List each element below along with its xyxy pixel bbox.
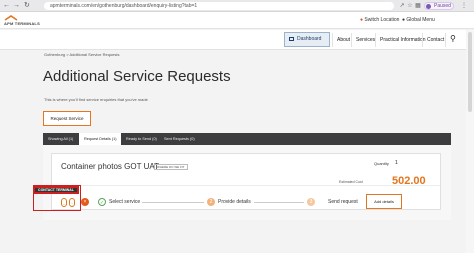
step-connector <box>254 202 304 203</box>
forward-icon[interactable]: → <box>13 2 20 10</box>
dashboard-icon <box>289 37 294 41</box>
quantity-label: Quantity <box>374 161 389 166</box>
step-send-request: Send request <box>328 199 358 205</box>
apm-logo[interactable]: APM TERMINALS <box>4 15 44 26</box>
nav-item-services[interactable]: Services <box>356 37 375 43</box>
globe-icon: ● <box>402 17 406 23</box>
scrollbar-thumb[interactable] <box>468 32 472 112</box>
step-complete-icon: ✓ <box>98 198 106 206</box>
estimated-cost-label: Estimated Cost <box>339 180 363 184</box>
step-select-service: Select service <box>109 199 141 205</box>
nav-item-about[interactable]: About <box>337 37 350 43</box>
step-3-icon: 3 <box>307 198 315 206</box>
browser-toolbar: ← → ↻ apmterminals.com/en/gothenburg/das… <box>0 0 474 12</box>
nav-item-contact[interactable]: Contact <box>427 37 444 43</box>
request-badge: WHERE DO WE FIT <box>154 164 188 170</box>
card-divider <box>52 185 440 186</box>
switch-location-link[interactable]: ● Switch Location <box>360 17 399 23</box>
dashboard-button[interactable]: Dashboard <box>284 32 330 47</box>
reload-icon[interactable]: ↻ <box>24 2 30 10</box>
tab-request-details[interactable]: Request Details (1) <box>79 133 121 145</box>
search-icon[interactable]: ⚲ <box>450 34 456 43</box>
add-details-button[interactable]: Add details <box>366 194 402 209</box>
page-title: Additional Service Requests <box>43 68 231 85</box>
delete-button[interactable]: × <box>81 198 89 206</box>
switch-location-label: Switch Location <box>364 17 400 23</box>
nav-divider <box>332 33 333 47</box>
profile-button[interactable]: Paused <box>424 2 454 10</box>
extensions-icon[interactable]: ▦ <box>414 2 422 10</box>
step-2-icon: 2 <box>207 198 215 206</box>
site-topbar: APM TERMINALS ● Switch Location ● Global… <box>0 12 474 29</box>
dashboard-label: Dashboard <box>297 36 322 42</box>
step-provide-details: Provide details <box>218 199 251 205</box>
global-menu-link[interactable]: ● Global Menu <box>402 17 435 23</box>
nav-divider <box>351 33 352 47</box>
request-title: Container photos GOT UAT <box>61 162 159 171</box>
page-subtitle: This is where you'll find service enquir… <box>44 97 148 102</box>
logo-text: APM TERMINALS <box>4 21 40 26</box>
avatar <box>426 4 431 9</box>
bookmark-icon[interactable]: ☆ <box>406 2 414 10</box>
quantity-value: 1 <box>395 160 398 166</box>
nav-divider <box>422 33 423 47</box>
share-icon[interactable]: ↗ <box>398 2 406 10</box>
breadcrumb[interactable]: Gothenburg > Additional Service Requests <box>44 52 120 57</box>
tab-ready-to-send[interactable]: Ready to Send (0) <box>121 133 159 145</box>
global-menu-label: Global Menu <box>406 17 435 23</box>
menu-icon[interactable]: ⋮ <box>460 2 468 10</box>
profile-label: Paused <box>434 3 451 9</box>
nav-divider <box>375 33 376 47</box>
location-pin-icon: ● <box>360 17 364 23</box>
main-navigation: Dashboard About Services Practical Infor… <box>0 30 474 50</box>
nav-item-practical-information[interactable]: Practical Information <box>380 37 426 43</box>
tab-sent-requests[interactable]: Sent Requests (0) <box>159 133 199 145</box>
back-icon[interactable]: ← <box>3 2 10 10</box>
request-service-button[interactable]: Request Service <box>43 111 91 126</box>
tab-showing-all[interactable]: Showing All (1) <box>43 133 79 145</box>
step-connector <box>142 202 204 203</box>
address-bar[interactable]: apmterminals.com/en/gothenburg/dashboard… <box>44 2 394 10</box>
contact-terminal-tooltip[interactable]: CONTACT TERMINAL <box>33 186 79 194</box>
request-tabs: Showing All (1) Request Details (1) Read… <box>43 133 451 145</box>
nav-divider <box>445 33 446 47</box>
